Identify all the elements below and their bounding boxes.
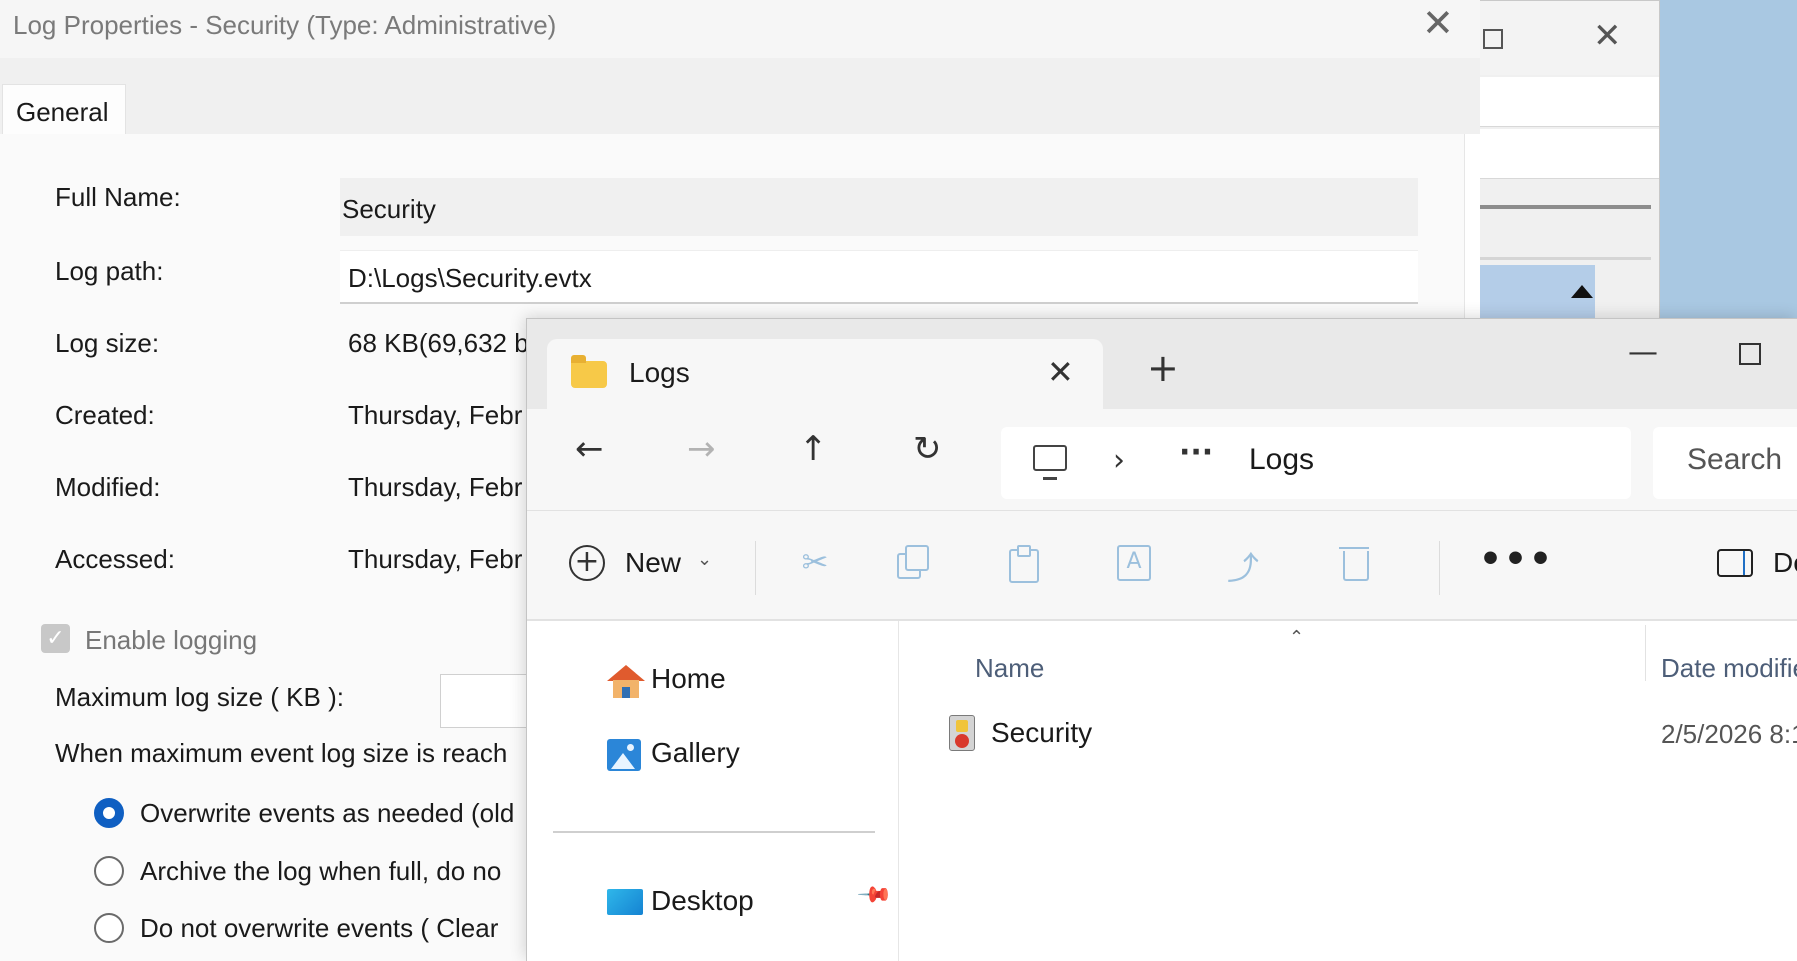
enable-logging-checkbox[interactable]: ✓: [41, 624, 70, 653]
nav-item-label: Gallery: [651, 737, 740, 768]
overwrite-events-label: Overwrite events as needed (old: [140, 798, 515, 828]
created-value: Thursday, Febr: [348, 400, 523, 430]
column-header-date-modified[interactable]: Date modifie: [1661, 653, 1797, 684]
chevron-right-icon[interactable]: ›: [1113, 443, 1125, 478]
dialog-title: Log Properties - Security (Type: Adminis…: [13, 10, 557, 40]
maximize-icon[interactable]: [1739, 343, 1761, 365]
log-path-label: Log path:: [55, 256, 164, 286]
more-options-icon[interactable]: •••: [1479, 539, 1554, 580]
dialog-tabstrip: General: [0, 58, 1480, 136]
tab-title: Logs: [629, 357, 690, 388]
full-name-field: Security: [340, 178, 1418, 236]
maximize-icon[interactable]: [1483, 29, 1503, 49]
file-date-modified: 2/5/2026 8:1: [1661, 719, 1797, 749]
more-breadcrumbs-icon[interactable]: ···: [1179, 435, 1213, 470]
background-field[interactable]: [1471, 129, 1659, 179]
back-arrow-icon[interactable]: ←: [575, 429, 604, 469]
log-size-value: 68 KB(69,632 by: [348, 328, 542, 358]
modified-label: Modified:: [55, 472, 161, 502]
full-name-label: Full Name:: [55, 182, 181, 212]
do-not-overwrite-label: Do not overwrite events ( Clear: [140, 913, 499, 943]
archive-log-radio[interactable]: [94, 856, 124, 886]
file-name: Security: [991, 717, 1093, 748]
accessed-value: Thursday, Febr: [348, 544, 523, 574]
created-label: Created:: [55, 400, 155, 430]
background-window: ✕: [1470, 0, 1660, 381]
close-tab-icon[interactable]: ✕: [1047, 353, 1074, 391]
dialog-titlebar: Log Properties - Security (Type: Adminis…: [0, 0, 1480, 58]
divider: [1471, 257, 1651, 260]
file-row[interactable]: Security 2/5/2026 8:1: [899, 707, 1797, 763]
column-divider[interactable]: [1645, 625, 1646, 681]
toolbar-divider: [1439, 541, 1440, 595]
toolbar-divider: [755, 541, 756, 595]
chevron-down-icon: ⌄: [697, 549, 713, 570]
this-pc-icon[interactable]: [1033, 445, 1067, 480]
navigation-pane: Home Gallery Desktop 📌: [527, 621, 899, 961]
explorer-navbar: ← → ↑ ↻ › ··· Logs Search: [527, 409, 1797, 511]
accessed-label: Accessed:: [55, 544, 175, 574]
max-log-size-input[interactable]: [440, 674, 540, 728]
rename-icon[interactable]: [1115, 543, 1151, 583]
close-icon[interactable]: ✕: [1593, 19, 1622, 53]
log-size-label: Log size:: [55, 328, 160, 358]
forward-arrow-icon[interactable]: →: [687, 429, 716, 469]
do-not-overwrite-radio[interactable]: [94, 913, 124, 943]
up-arrow-icon[interactable]: ↑: [799, 429, 828, 469]
background-field[interactable]: [1471, 77, 1659, 127]
refresh-icon[interactable]: ↻: [913, 429, 942, 469]
breadcrumb-current[interactable]: Logs: [1249, 443, 1314, 477]
explorer-tabbar: Logs ✕ + —: [527, 319, 1797, 411]
explorer-command-bar: + New ⌄ ✂ ⤴ ••• De: [527, 511, 1797, 621]
share-icon[interactable]: ⤴: [1225, 543, 1261, 587]
minimize-icon[interactable]: —: [1628, 335, 1658, 370]
home-icon: [607, 665, 645, 698]
new-button-label: New: [625, 547, 682, 578]
file-list-pane: ⌃ Name Date modifie Security 2/5/2026 8:…: [899, 621, 1797, 961]
paste-icon[interactable]: [1005, 543, 1041, 583]
event-log-file-icon: [949, 715, 975, 751]
overwrite-events-radio[interactable]: [94, 798, 124, 828]
details-pane-icon: [1717, 549, 1753, 577]
nav-item-label: Desktop: [651, 885, 754, 916]
background-list: [1471, 205, 1651, 381]
archive-log-label: Archive the log when full, do no: [140, 856, 502, 886]
address-bar[interactable]: › ··· Logs: [1001, 427, 1631, 499]
background-window-titlebar: ✕: [1471, 1, 1659, 75]
pin-icon[interactable]: 📌: [856, 877, 893, 914]
search-input[interactable]: Search: [1653, 427, 1797, 499]
background-list-selected-row[interactable]: [1471, 265, 1630, 381]
nav-divider: [553, 831, 875, 833]
tab-logs[interactable]: Logs ✕: [547, 339, 1103, 411]
new-tab-button[interactable]: +: [1147, 349, 1179, 387]
scroll-up-arrow-icon[interactable]: [1571, 285, 1593, 298]
delete-icon[interactable]: [1337, 543, 1373, 583]
plus-circle-icon: +: [569, 545, 605, 581]
file-explorer-window: Logs ✕ + — ← → ↑ ↻ › ··· Logs Search + N…: [526, 318, 1797, 961]
enable-logging-label: Enable logging: [85, 625, 258, 655]
folder-icon: [571, 355, 607, 388]
cut-icon[interactable]: ✂: [797, 543, 833, 583]
column-header-name[interactable]: Name: [975, 653, 1044, 684]
log-path-input[interactable]: D:\Logs\Security.evtx: [340, 250, 1418, 304]
sort-ascending-icon: ⌃: [1289, 627, 1305, 648]
desktop-icon: [607, 889, 643, 915]
full-name-value: Security: [342, 194, 436, 224]
when-max-size-label: When maximum event log size is reach: [55, 738, 508, 768]
tab-general[interactable]: General: [2, 84, 126, 136]
copy-icon[interactable]: [893, 543, 929, 583]
gallery-icon: [607, 739, 641, 771]
max-log-size-label: Maximum log size ( KB ):: [55, 682, 344, 712]
modified-value: Thursday, Febr: [348, 472, 523, 502]
close-icon[interactable]: ✕: [1422, 4, 1454, 42]
nav-item-label: Home: [651, 663, 726, 694]
details-button-label: De: [1773, 547, 1797, 578]
